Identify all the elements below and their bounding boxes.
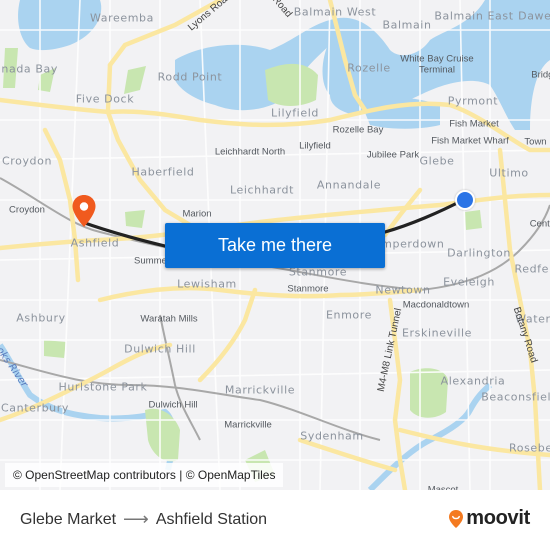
poi-label: Jubilee Park [366,149,420,161]
poi-label: Town Hall [524,136,550,148]
moovit-wordmark: moovit [466,507,530,529]
footer-bar: Glebe Market ⟶ Ashfield Station moovit [0,490,550,550]
poi-label: Terminal [419,64,455,76]
poi-label: Marrickville [224,419,272,431]
poi-label: Marion [182,208,212,220]
poi-label: Stanmore [287,283,329,295]
poi-label: Leichhardt North [214,146,286,158]
suburb-label: Leichhardt [229,183,295,197]
suburb-label: Dulwich Hill [124,342,196,356]
suburb-label: Pyrmont [447,94,499,108]
suburb-label: Marrickville [224,383,296,397]
poi-label: Bridge [531,69,550,81]
map-view[interactable]: Wareemba Balmain West Balmain Balmain East D… [0,0,550,490]
suburb-label: Haberfield [131,165,195,179]
route-origin: Glebe Market [20,510,117,528]
suburb-label: Lilyfield [271,106,319,120]
map-pin-icon[interactable] [71,194,97,228]
moovit-logo[interactable]: moovit [448,507,530,530]
poi-label: Croydon [9,204,45,216]
suburb-label: Balmain West [293,5,377,19]
suburb-label: Darlington [447,246,511,260]
suburb-label: Glebe [419,154,455,168]
location-dot-icon[interactable] [455,190,475,210]
poi-label: Dulwich Hill [148,399,198,411]
suburb-label: Ashfield [70,236,120,250]
poi-label: Waratah Mills [140,313,198,325]
route-summary: Glebe Market ⟶ Ashfield Station [20,509,267,530]
take-me-there-button[interactable]: Take me there [165,223,385,268]
suburb-label: anada Bay [0,62,58,76]
suburb-label: Wareemba [90,11,154,25]
suburb-label: Beaconsfield [481,390,550,404]
poi-label: Fish Market [449,118,499,130]
suburb-label: Newtown [375,283,431,297]
suburb-label: Canterbury [1,401,69,415]
suburb-label: Ashbury [16,311,66,325]
suburb-label: Rozelle [347,61,391,75]
poi-label: Fish Market Wharf [431,135,509,147]
suburb-label: Redfern [514,262,550,276]
suburb-label: Eveleigh [443,275,495,289]
suburb-label: Balmain [382,18,432,32]
suburb-label: Annandale [316,178,382,192]
map-attribution: © OpenStreetMap contributors | © OpenMap… [5,463,284,487]
suburb-label: Croydon [1,154,53,168]
moovit-pin-icon [449,509,464,528]
suburb-label: Sydenham [300,429,364,443]
suburb-label: Dawes [518,9,550,23]
poi-label: White Bay Cruise [400,53,474,65]
poi-label: Central [529,218,550,230]
poi-label: Macdonaldtown [402,299,470,311]
suburb-label: Lewisham [177,277,237,291]
arrow-right-icon: ⟶ [123,509,149,529]
poi-label: Lilyfield [299,140,331,152]
suburb-label: Ultimo [489,166,529,180]
suburb-label: Rosebery [509,441,550,455]
suburb-label: Rodd Point [157,70,223,84]
suburb-label: Alexandria [440,374,506,388]
suburb-label: Enmore [325,308,373,322]
poi-label: Rozelle Bay [332,124,384,136]
suburb-label: Five Dock [75,92,135,106]
route-destination: Ashfield Station [155,510,268,528]
suburb-label: Hurlstone Park [58,380,148,394]
suburb-label: Erskineville [401,326,473,340]
suburb-label: Balmain East [434,9,514,23]
water-parramatta-west [18,0,102,51]
